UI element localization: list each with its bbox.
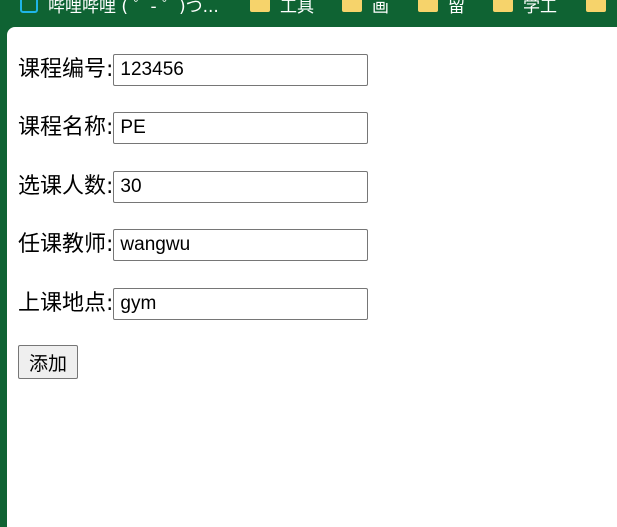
bookmark-folder-draw[interactable]: 画 bbox=[342, 0, 389, 17]
location-label: 上课地点: bbox=[18, 291, 114, 316]
bookmark-label: 留 bbox=[448, 0, 465, 17]
bookmark-bilibili[interactable]: 哔哩哔哩 ( ゜- ゜)つ... bbox=[20, 0, 219, 17]
course-name-row: 课程名称: bbox=[18, 112, 369, 144]
bookmark-folder-tools[interactable]: 工具 bbox=[250, 0, 314, 17]
enrollment-count-label: 选课人数: bbox=[18, 174, 114, 199]
enrollment-count-row: 选课人数: bbox=[18, 171, 369, 203]
bookmark-folder-xuegong[interactable]: 学工 bbox=[493, 0, 557, 17]
course-id-input[interactable] bbox=[113, 54, 369, 86]
page-content: 课程编号: 课程名称: 选课人数: 任课教师: 上课地点: 添加 bbox=[7, 27, 617, 527]
enrollment-count-input[interactable] bbox=[113, 171, 369, 203]
folder-icon bbox=[250, 0, 270, 12]
course-name-input[interactable] bbox=[113, 112, 369, 144]
course-name-label: 课程名称: bbox=[18, 115, 114, 140]
bilibili-site-icon bbox=[20, 0, 38, 13]
bookmark-label: 学工 bbox=[523, 0, 557, 17]
course-id-row: 课程编号: bbox=[18, 54, 369, 86]
teacher-label: 任课教师: bbox=[18, 232, 114, 257]
location-row: 上课地点: bbox=[18, 288, 369, 320]
bookmark-folder-liu[interactable]: 留 bbox=[418, 0, 465, 17]
bookmark-label: 工具 bbox=[280, 0, 314, 17]
course-id-label: 课程编号: bbox=[18, 57, 114, 82]
bookmark-label: 画 bbox=[372, 0, 389, 17]
folder-icon bbox=[418, 0, 438, 12]
bookmarks-bar: 哔哩哔哩 ( ゜- ゜)つ... 工具 画 留 学工 bbox=[0, 0, 617, 26]
add-button[interactable]: 添加 bbox=[18, 345, 79, 379]
folder-icon bbox=[586, 0, 606, 12]
bookmark-folder-overflow[interactable] bbox=[586, 0, 616, 17]
location-input[interactable] bbox=[113, 288, 369, 320]
teacher-input[interactable] bbox=[113, 229, 369, 261]
folder-icon bbox=[493, 0, 513, 12]
folder-icon bbox=[342, 0, 362, 12]
teacher-row: 任课教师: bbox=[18, 229, 369, 261]
bookmark-label: 哔哩哔哩 ( ゜- ゜)つ... bbox=[48, 0, 219, 17]
